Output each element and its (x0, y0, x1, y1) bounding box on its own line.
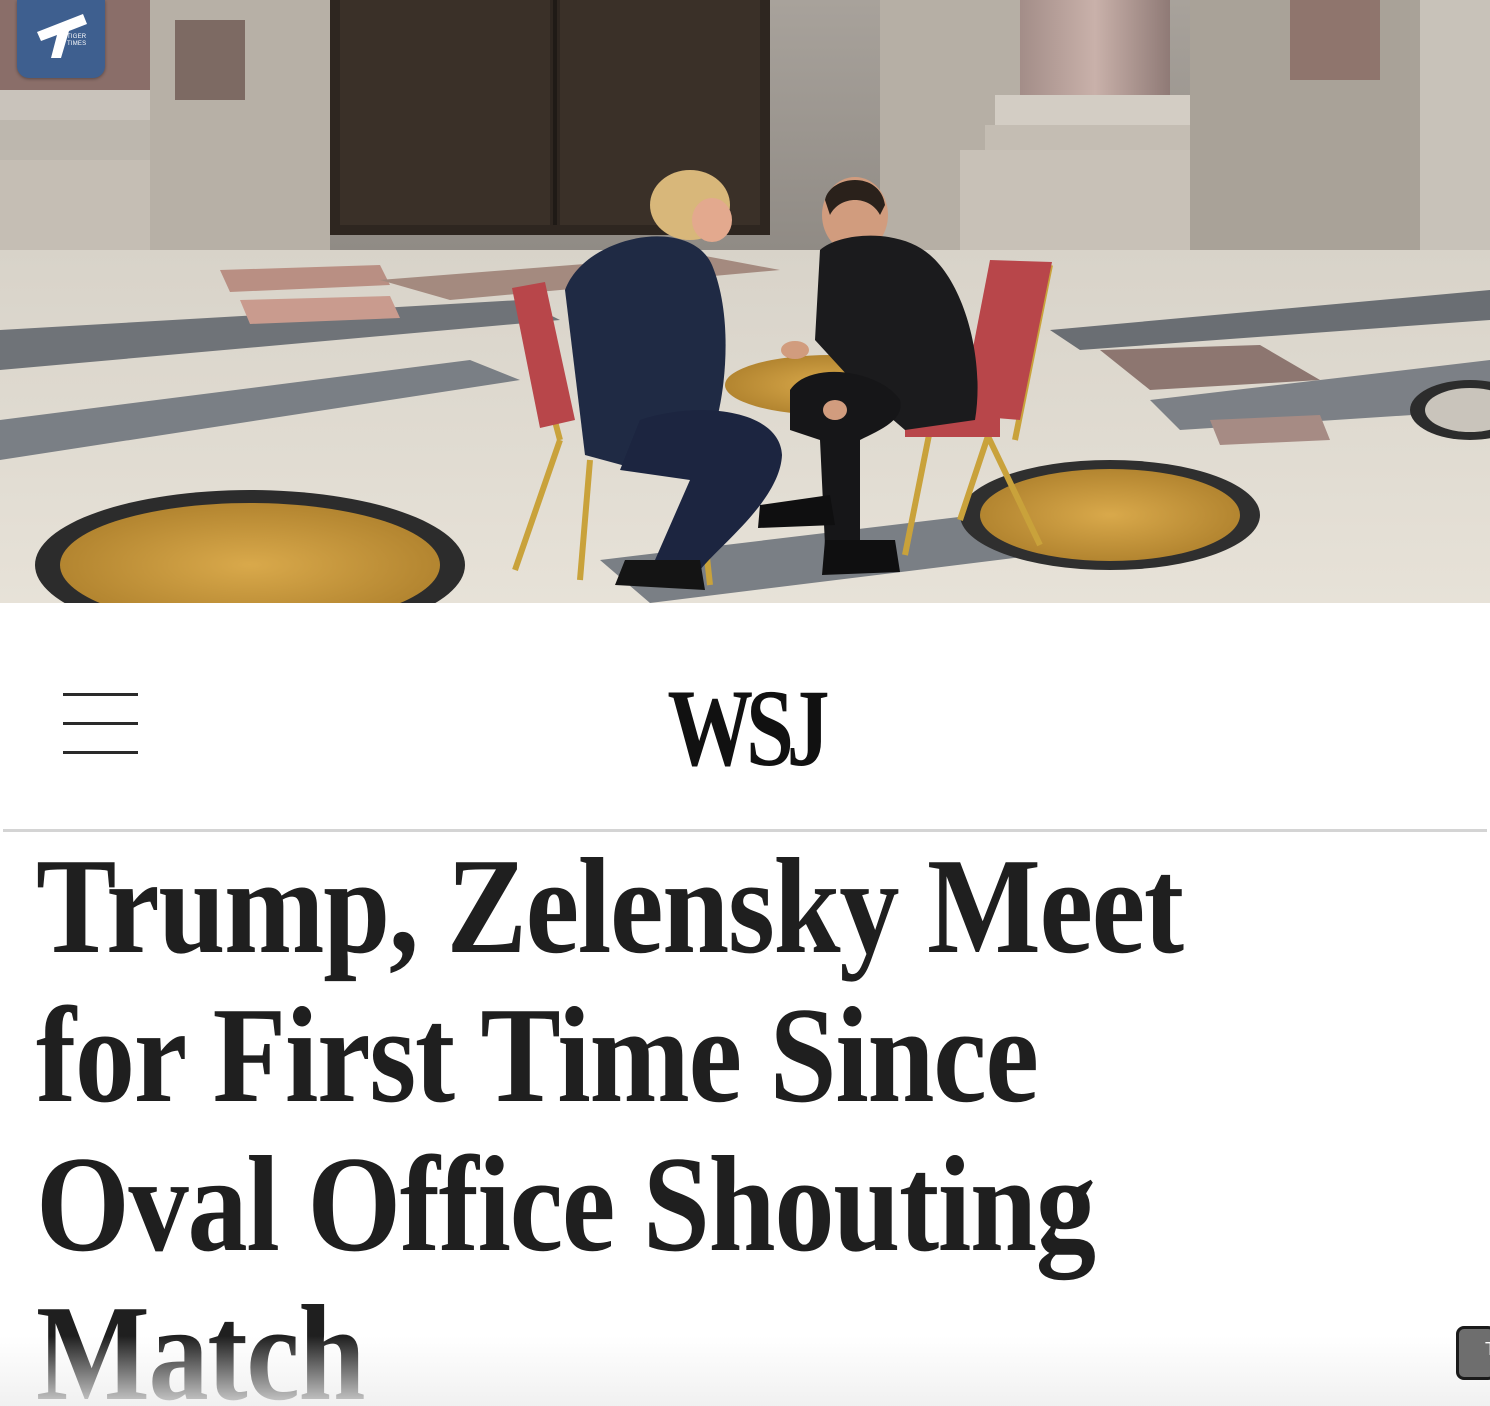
menu-bar-bottom (63, 751, 138, 754)
headline-line: Trump, Zelensky Meet (36, 830, 1184, 982)
source-logo-badge: TIGER TIMES (17, 0, 105, 78)
hamburger-menu-icon[interactable] (58, 688, 144, 758)
side-tab-button[interactable]: T (1456, 1326, 1490, 1380)
page: TIGER TIMES WSJ Trump, Zelensky Meet for… (0, 0, 1490, 1406)
side-tab-glyph: T (1485, 1339, 1490, 1360)
hero-photo-illustration (0, 0, 1490, 603)
menu-bar-middle (63, 722, 138, 725)
headline-line: Match (36, 1277, 366, 1406)
brand-logo[interactable]: WSJ (589, 673, 901, 783)
article-headline: Trump, Zelensky Meet for First Time Sinc… (36, 832, 1286, 1406)
menu-bar-top (63, 693, 138, 696)
headline-line: Oval Office Shouting (36, 1128, 1096, 1280)
logo-text: TIGER TIMES (67, 34, 87, 47)
headline-line: for First Time Since (36, 979, 1039, 1131)
hero-photo: TIGER TIMES (0, 0, 1490, 603)
site-header: WSJ (0, 603, 1490, 831)
